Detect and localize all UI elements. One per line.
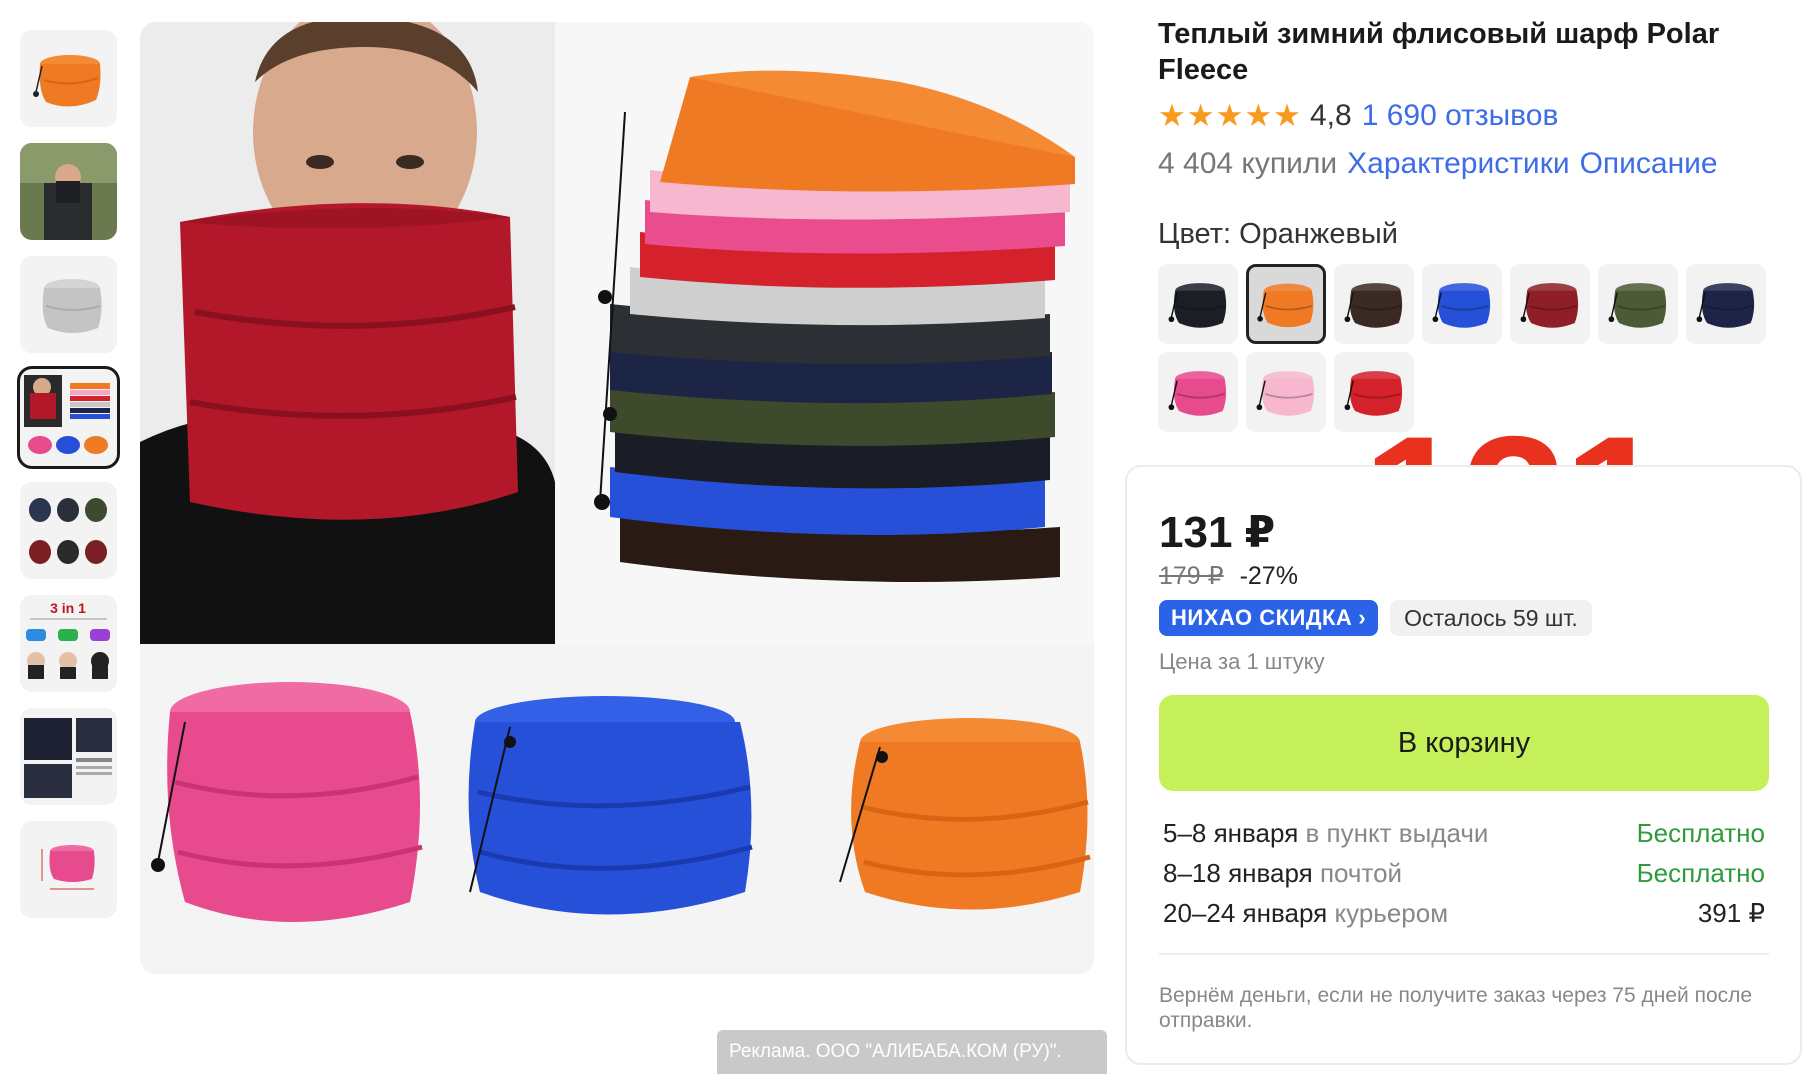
delivery-method: курьером: [1334, 897, 1449, 928]
add-to-cart-button[interactable]: В корзину: [1159, 695, 1769, 791]
color-label: Цвет: Оранжевый: [1158, 218, 1398, 250]
description-link[interactable]: Описание: [1580, 147, 1718, 181]
rating-value: 4,8: [1309, 99, 1352, 132]
thumbnail-man-outdoor[interactable]: [20, 143, 117, 240]
delivery-row-courier: 20–24 января курьером 391 ₽: [1163, 893, 1765, 933]
promo-badge-label: НИХАО СКИДКА: [1171, 605, 1353, 630]
swatch-scarf-icon: [1432, 283, 1491, 328]
product-title: Теплый зимний флисовый шарф Polar Fleece: [1158, 18, 1720, 86]
swatch-scarf-icon: [1256, 371, 1315, 416]
color-swatch-light-pink[interactable]: [1246, 352, 1326, 432]
ad-disclosure: Реклама. ООО "АЛИБАБА.КОМ (РУ)".: [717, 1030, 1107, 1074]
main-product-image[interactable]: [140, 22, 1094, 974]
rating-row: ★★★★★ 4,8 1 690 отзывов: [1158, 98, 1558, 134]
old-price: 179 ₽: [1159, 562, 1224, 590]
delivery-row-post: 8–18 января почтой Бесплатно: [1163, 853, 1765, 893]
current-price: 131 ₽: [1159, 508, 1276, 557]
swatch-scarf-icon: [1257, 283, 1314, 328]
thumbnail-dark-variants[interactable]: [20, 482, 117, 579]
color-swatch-orange[interactable]: [1246, 264, 1326, 344]
thumbnail-details[interactable]: [20, 708, 117, 805]
delivery-cost: Бесплатно: [1636, 817, 1765, 848]
refund-note: Вернём деньги, если не получите заказ че…: [1159, 984, 1753, 1032]
delivery-method: почтой: [1319, 857, 1403, 888]
thumb-3in1-label: 3 in 1: [50, 600, 86, 616]
color-swatch-pink[interactable]: [1158, 352, 1238, 432]
color-swatch-navy[interactable]: [1686, 264, 1766, 344]
pink-gaiter: [151, 682, 423, 922]
color-swatch-brown[interactable]: [1334, 264, 1414, 344]
thumbnail-grey-scarf[interactable]: [20, 256, 117, 353]
star-rating-icon: ★★★★★: [1158, 98, 1302, 133]
unit-price-note: Цена за 1 штуку: [1159, 649, 1325, 674]
badge-row: НИХАО СКИДКА › Осталось 59 шт.: [1159, 600, 1592, 636]
purchases-count: 4 404 купили: [1158, 147, 1338, 180]
swatch-scarf-icon: [1608, 283, 1667, 328]
old-price-row: 179 ₽ -27%: [1159, 561, 1298, 591]
orange-gaiter: [839, 718, 1091, 910]
scarf-stack: [610, 70, 1075, 582]
delivery-date: 5–8 января: [1163, 817, 1299, 848]
thumbnail-size[interactable]: [20, 821, 117, 918]
thumbnail-orange-scarf[interactable]: [20, 30, 117, 127]
divider: [1159, 953, 1769, 955]
color-swatch-burgundy[interactable]: [1510, 264, 1590, 344]
buy-card: 131 ₽ 179 ₽ -27% НИХАО СКИДКА › Осталось…: [1125, 465, 1802, 1065]
stats-row: 4 404 купили Характеристики Описание: [1158, 146, 1718, 182]
color-swatch-black[interactable]: [1158, 264, 1238, 344]
chevron-right-icon: ›: [1358, 605, 1367, 630]
delivery-method: в пункт выдачи: [1305, 817, 1489, 848]
delivery-date: 8–18 января: [1163, 857, 1313, 888]
swatch-scarf-icon: [1520, 283, 1579, 328]
characteristics-link[interactable]: Характеристики: [1347, 147, 1569, 181]
thumbnail-list: 3 in 1: [17, 30, 120, 934]
delivery-options: 5–8 января в пункт выдачи Бесплатно 8–18…: [1163, 813, 1765, 933]
stock-badge: Осталось 59 шт.: [1390, 600, 1592, 636]
thumbnail-collage[interactable]: [17, 366, 120, 469]
swatch-scarf-icon: [1344, 283, 1403, 328]
delivery-cost: 391 ₽: [1697, 897, 1765, 928]
reviews-link[interactable]: 1 690 отзывов: [1362, 99, 1559, 133]
thumbnail-3in1[interactable]: 3 in 1: [20, 595, 117, 692]
color-swatch-blue[interactable]: [1422, 264, 1502, 344]
swatch-scarf-icon: [1696, 283, 1755, 328]
color-swatch-olive[interactable]: [1598, 264, 1678, 344]
discount-percent: -27%: [1239, 562, 1298, 590]
delivery-date: 20–24 января: [1163, 897, 1328, 928]
blue-gaiter: [468, 696, 753, 915]
delivery-cost: Бесплатно: [1636, 857, 1765, 888]
delivery-row-pickup: 5–8 января в пункт выдачи Бесплатно: [1163, 813, 1765, 853]
red-neck-gaiter: [180, 203, 518, 520]
swatch-scarf-icon: [1168, 283, 1227, 328]
promo-badge[interactable]: НИХАО СКИДКА ›: [1159, 600, 1379, 636]
swatch-scarf-icon: [1168, 371, 1227, 416]
